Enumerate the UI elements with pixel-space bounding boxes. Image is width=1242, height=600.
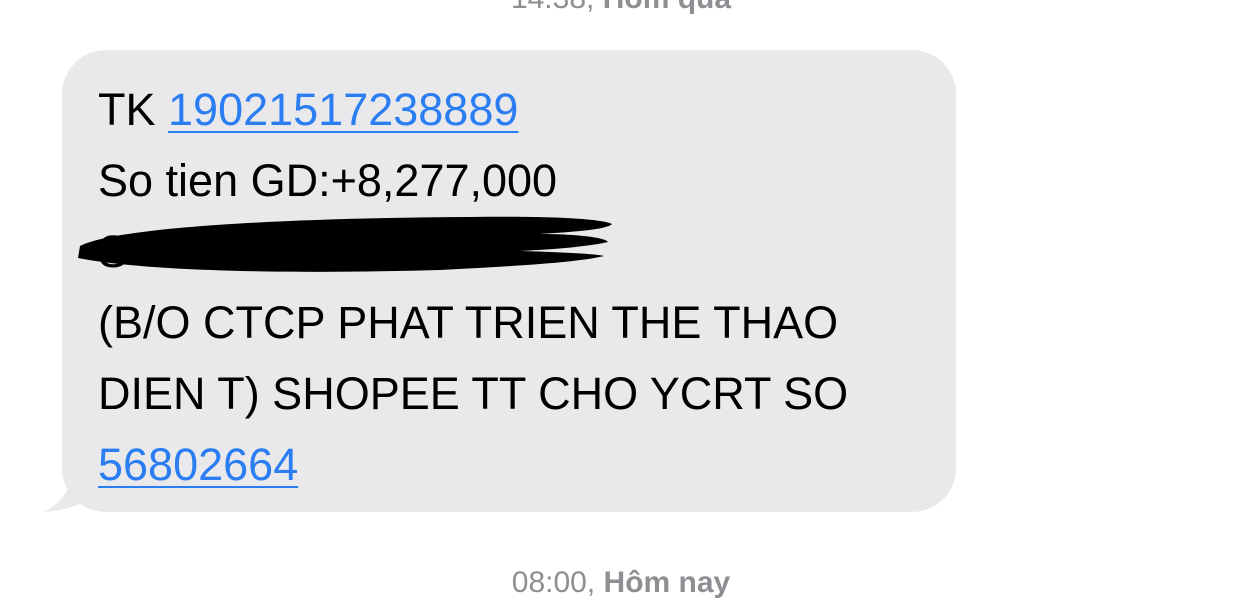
message-bubble-container: TK 19021517238889 So tien GD:+8,277,000 … (0, 0, 1242, 596)
timestamp-day: Hôm nay (603, 566, 731, 599)
timestamp-time: 08:00, (511, 566, 596, 599)
timestamp-today: 08:00, Hôm nay (0, 566, 1242, 600)
redaction-scribble (78, 216, 612, 272)
